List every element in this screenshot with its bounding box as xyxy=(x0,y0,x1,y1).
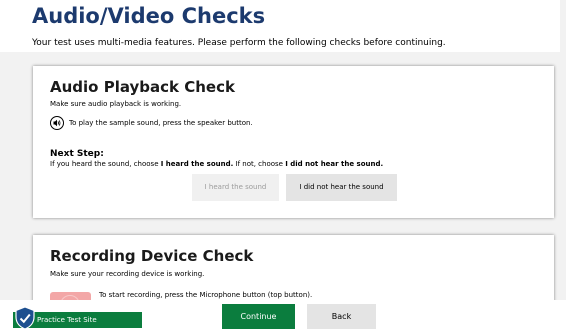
audio-playback-description: Make sure audio playback is working. xyxy=(50,100,182,108)
page-scrollbar[interactable] xyxy=(560,0,566,300)
next-step-middle: If not, choose xyxy=(233,160,286,168)
recording-instruction: To start recording, press the Microphone… xyxy=(99,291,313,299)
did-not-hear-sound-button[interactable]: I did not hear the sound xyxy=(286,174,397,201)
next-step-prefix: If you heard the sound, choose xyxy=(50,160,161,168)
page-title: Audio/Video Checks xyxy=(32,4,266,28)
back-button[interactable]: Back xyxy=(307,304,376,329)
next-step-not-heard-option: I did not hear the sound. xyxy=(285,160,384,168)
next-step-text: If you heard the sound, choose I heard t… xyxy=(50,160,383,168)
heard-sound-button[interactable]: I heard the sound xyxy=(192,174,279,201)
footer-bar: Practice Test Site Continue Back xyxy=(0,300,566,329)
next-step-heard-option: I heard the sound. xyxy=(160,160,234,168)
speaker-button[interactable] xyxy=(50,116,64,130)
audio-playback-title: Audio Playback Check xyxy=(50,78,235,96)
audio-playback-card: Audio Playback Check Make sure audio pla… xyxy=(33,66,554,218)
play-instruction: To play the sample sound, press the spea… xyxy=(69,119,253,127)
audio-video-checks-page: Audio/Video Checks Your test uses multi-… xyxy=(0,0,566,329)
page-subtitle: Your test uses multi-media features. Ple… xyxy=(32,38,446,48)
speaker-icon xyxy=(53,119,61,127)
recording-device-description: Make sure your recording device is worki… xyxy=(50,270,205,278)
recording-device-title: Recording Device Check xyxy=(50,247,254,265)
page-header: Audio/Video Checks Your test uses multi-… xyxy=(0,0,566,52)
next-step-label: Next Step: xyxy=(50,149,104,159)
shield-check-icon xyxy=(15,306,35,329)
continue-button[interactable]: Continue xyxy=(222,304,295,329)
